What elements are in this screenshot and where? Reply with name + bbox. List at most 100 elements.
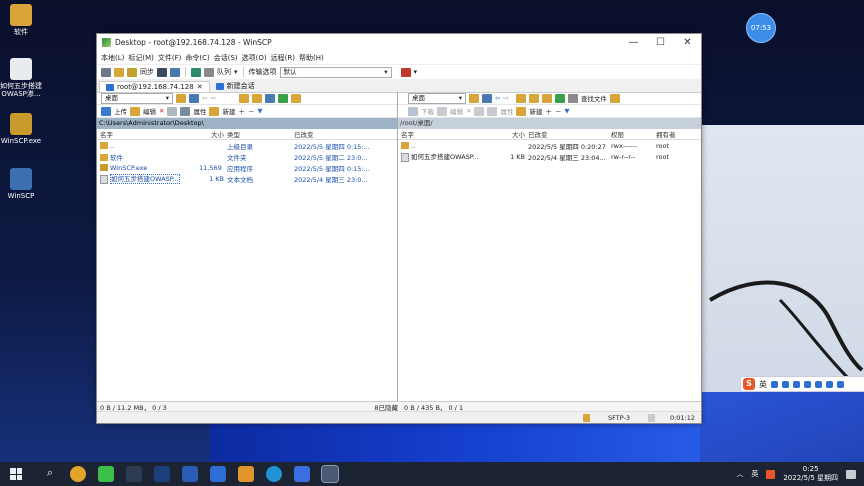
ime-punct-icon[interactable]: [771, 380, 778, 388]
remote-path[interactable]: /root/桌面/: [398, 118, 701, 129]
table-row[interactable]: 软件 文件夹 2022/5/5 星期二 23:0...: [97, 151, 397, 162]
windows-start-icon[interactable]: [10, 468, 22, 480]
new-button[interactable]: 新建: [222, 106, 235, 116]
delete-icon[interactable]: ✕: [466, 107, 471, 115]
open-folder-icon[interactable]: [469, 93, 479, 103]
queue-button[interactable]: 队列: [217, 67, 231, 77]
col-size[interactable]: 大小: [497, 129, 525, 139]
col-owner[interactable]: 拥有者: [653, 129, 696, 139]
col-size[interactable]: 大小: [196, 129, 224, 139]
menu-remote[interactable]: 远程(R): [271, 53, 295, 63]
delete-icon[interactable]: ✕: [159, 107, 164, 115]
gear-icon[interactable]: [204, 67, 214, 77]
menu-help[interactable]: 帮助(H): [299, 53, 324, 63]
parent-dir-icon[interactable]: [238, 93, 249, 103]
sogou-tray-icon[interactable]: [766, 469, 776, 479]
refresh-icon[interactable]: [277, 93, 288, 103]
filter-icon[interactable]: [482, 93, 492, 103]
refresh-icon[interactable]: [554, 93, 565, 103]
close-button[interactable]: ✕: [674, 37, 701, 48]
chevron-down-icon[interactable]: ▾: [414, 68, 418, 76]
chevron-down-icon[interactable]: ▾: [234, 68, 238, 76]
ime-emoji-icon[interactable]: [782, 380, 789, 388]
plus-icon[interactable]: ＋: [545, 106, 552, 116]
properties-button[interactable]: 属性: [500, 106, 513, 116]
layout-icon[interactable]: [101, 67, 111, 77]
desktop-icon-winscp[interactable]: WinSCP: [0, 168, 52, 200]
back-icon[interactable]: ⇦: [202, 94, 207, 102]
desktop-icon-winscp-exe[interactable]: WinSCP.exe: [0, 113, 52, 145]
parent-dir-icon[interactable]: [515, 93, 526, 103]
menu-options[interactable]: 选项(O): [242, 53, 267, 63]
desktop-icon-txt[interactable]: 如何五步搭建OWASP渗...: [0, 58, 52, 98]
new-button[interactable]: 新建: [529, 106, 542, 116]
table-row[interactable]: .. 2022/5/5 星期四 0:20:27 rwx------ root: [398, 140, 701, 151]
chevron-up-icon[interactable]: ︿: [736, 469, 743, 479]
col-changed[interactable]: 已改变: [291, 129, 394, 139]
menu-mark[interactable]: 标记(M): [128, 53, 154, 63]
folder-sync-icon[interactable]: [114, 67, 124, 77]
download-button[interactable]: 下载: [421, 106, 434, 116]
chrome-icon[interactable]: [70, 466, 86, 482]
menu-session[interactable]: 会话(S): [214, 53, 238, 63]
table-row[interactable]: WinSCP.exe 11,569 KB 应用程序 2022/5/5 星期四 0…: [97, 162, 397, 173]
table-row[interactable]: 如何五步搭建OWASP... 1 KB 文本文档 2022/5/4 星期三 23…: [97, 173, 397, 184]
wechat-icon[interactable]: [98, 466, 114, 482]
notification-icon[interactable]: [846, 469, 856, 479]
home-icon[interactable]: [264, 93, 275, 103]
plus-icon[interactable]: ＋: [238, 106, 245, 116]
ime-skin-icon[interactable]: [815, 380, 822, 388]
search-icon[interactable]: ⌕: [42, 466, 58, 482]
root-dir-icon[interactable]: [251, 93, 262, 103]
forward-icon[interactable]: ⇨: [503, 94, 508, 102]
menu-file[interactable]: 文件(F): [158, 53, 182, 63]
transfer-options-select[interactable]: 默认 ▾: [279, 66, 392, 78]
filter-icon[interactable]: [189, 93, 199, 103]
back-icon[interactable]: ⇦: [495, 94, 500, 102]
maximize-button[interactable]: ☐: [647, 37, 674, 48]
ime-voice-icon[interactable]: [793, 380, 800, 388]
minus-icon[interactable]: －: [555, 106, 562, 116]
upload-button[interactable]: 上传: [114, 106, 127, 116]
find-folder-icon[interactable]: [290, 93, 301, 103]
compare-icon[interactable]: [127, 67, 137, 77]
local-path[interactable]: C:\Users\Administrator\Desktop\: [97, 118, 397, 129]
title-bar[interactable]: Desktop - root@192.168.74.128 - WinSCP —…: [97, 34, 701, 51]
close-tab-icon[interactable]: ✕: [197, 83, 203, 91]
virtualbox-icon[interactable]: [210, 466, 226, 482]
ime-toolbar[interactable]: S 英: [740, 376, 864, 392]
edge-icon[interactable]: [266, 466, 282, 482]
rename-icon[interactable]: [474, 106, 485, 116]
vmware-icon[interactable]: [238, 466, 254, 482]
root-dir-icon[interactable]: [528, 93, 539, 103]
tab-session-root[interactable]: root@192.168.74.128 ✕: [99, 81, 210, 92]
edit-button[interactable]: 编辑: [143, 106, 156, 116]
transfer-settings-icon[interactable]: [400, 67, 411, 77]
desktop-icon-software[interactable]: 软件: [0, 4, 52, 36]
minimize-button[interactable]: —: [620, 37, 647, 48]
rename-icon[interactable]: [167, 106, 178, 116]
col-name[interactable]: 名字: [398, 129, 497, 139]
open-folder-icon[interactable]: [176, 93, 186, 103]
floating-clock-bubble[interactable]: 07:53: [746, 13, 776, 43]
select-icon[interactable]: ▼: [564, 107, 569, 115]
table-row[interactable]: .. 上级目录 2022/5/5 星期四 0:15:...: [97, 140, 397, 151]
find-icon[interactable]: [191, 67, 201, 77]
putty-icon[interactable]: [170, 67, 180, 77]
minus-icon[interactable]: －: [248, 106, 255, 116]
menu-commands[interactable]: 命令(C): [185, 53, 209, 63]
col-permissions[interactable]: 权限: [608, 129, 653, 139]
col-changed[interactable]: 已改变: [525, 129, 608, 139]
word-icon[interactable]: [182, 466, 198, 482]
tab-new-session[interactable]: 新建会话: [210, 80, 261, 92]
home-icon[interactable]: [541, 93, 552, 103]
ime-keyboard-icon[interactable]: [804, 380, 811, 388]
sync-button[interactable]: 同步: [140, 67, 154, 77]
app-icon[interactable]: [294, 466, 310, 482]
console-icon[interactable]: [157, 67, 167, 77]
tray-language[interactable]: 英: [751, 469, 758, 479]
menu-local[interactable]: 本地(L): [101, 53, 124, 63]
find-files-button[interactable]: 查找文件: [581, 93, 607, 103]
properties-button[interactable]: 属性: [193, 106, 206, 116]
ime-tools-icon[interactable]: [826, 380, 833, 388]
